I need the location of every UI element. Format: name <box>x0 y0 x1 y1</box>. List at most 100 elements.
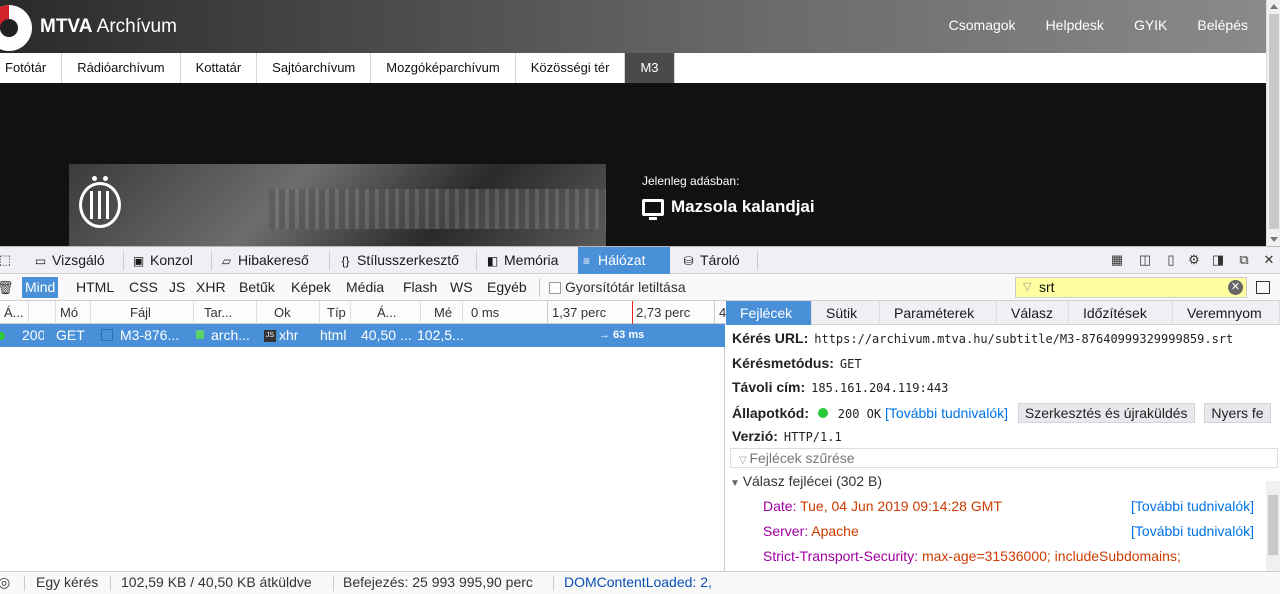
header-date: Date: Tue, 04 Jun 2019 09:14:28 GMT <box>763 498 1002 514</box>
filter-xhr[interactable]: XHR <box>193 277 229 298</box>
settings-gear-icon[interactable]: ⚙ <box>1187 253 1201 267</box>
disable-cache-checkbox[interactable] <box>549 282 561 294</box>
responsive-design-icon[interactable]: ▯ <box>1164 253 1178 267</box>
category-fototar[interactable]: Fotótár <box>0 53 63 83</box>
console-icon: ▣ <box>132 254 145 268</box>
status-more-info-link[interactable]: [További tudnivalók] <box>885 405 1008 421</box>
request-url-row: Kérés URL: https://archivum.mtva.hu/subti… <box>732 330 1234 346</box>
nav-helpdesk[interactable]: Helpdesk <box>1046 17 1104 33</box>
filter-other[interactable]: Egyéb <box>484 277 530 298</box>
nav-login[interactable]: Belépés <box>1197 17 1248 33</box>
mtva-logo-icon[interactable] <box>0 5 32 51</box>
clear-filter-icon[interactable]: ✕ <box>1228 280 1243 295</box>
close-devtools-icon[interactable]: ✕ <box>1262 253 1276 267</box>
header-filter-input[interactable]: ▽ Fejlécek szűrése <box>730 448 1278 468</box>
site-logo-text[interactable]: MTVA Archívum <box>40 16 177 38</box>
performance-analysis-icon[interactable]: ◎ <box>0 574 10 591</box>
request-url-value[interactable]: https://archivum.mtva.hu/subtitle/M3-876… <box>814 332 1233 346</box>
header-server-more-link[interactable]: [További tudnivalók] <box>1131 523 1254 539</box>
col-file[interactable]: Fájl <box>100 301 194 324</box>
filter-images[interactable]: Képek <box>288 277 334 298</box>
header-server: Server: Apache <box>763 523 859 539</box>
network-status-bar: ◎ Egy kérés 102,59 KB / 40,50 KB átküldv… <box>0 571 1280 594</box>
tab-memory[interactable]: ◧ Memória <box>484 247 559 274</box>
url-filter-value: srt <box>1039 279 1055 295</box>
filter-js[interactable]: JS <box>166 277 188 298</box>
request-list-header: Á... Mó Fájl Tar... Ok Típ Á... Mé 0 ms … <box>0 301 726 324</box>
tab-cookies[interactable]: Sütik <box>812 301 880 325</box>
filter-flash[interactable]: Flash <box>400 277 440 298</box>
tab-response[interactable]: Válasz <box>997 301 1069 325</box>
category-radioarchivum[interactable]: Rádióarchívum <box>62 53 181 83</box>
category-bar: Fotótár Rádióarchívum Kottatár Sajtóarch… <box>0 53 1266 83</box>
nav-gyik[interactable]: GYIK <box>1134 17 1167 33</box>
tab-params[interactable]: Paraméterek <box>880 301 997 325</box>
request-count: Egy kérés <box>36 574 99 590</box>
edit-resend-button[interactable]: Szerkesztés és újraküldés <box>1017 403 1195 423</box>
row-status: 200 <box>22 327 44 343</box>
site-header: MTVA Archívum Csomagok Helpdesk GYIK Bel… <box>0 0 1266 53</box>
details-tabbar: Fejlécek Sütik Paraméterek Válasz Időzít… <box>726 301 1280 325</box>
col-status[interactable]: Á... <box>0 301 29 324</box>
status-ok-icon <box>0 332 5 340</box>
filter-html[interactable]: HTML <box>73 277 117 298</box>
table-row[interactable]: 200 GET M3-876... arch... JS xhr html 40,… <box>0 324 725 347</box>
request-details-panel: Fejlécek Sütik Paraméterek Válasz Időzít… <box>726 301 1280 571</box>
tab-inspector[interactable]: ▭ Vizsgáló <box>32 247 105 274</box>
tab-stack-trace[interactable]: Veremnyom <box>1173 301 1280 325</box>
tab-debugger[interactable]: ▱ Hibakereső <box>218 247 309 274</box>
category-mozgokeparchivum[interactable]: Mozgóképarchívum <box>371 53 516 83</box>
clear-log-trash-icon[interactable]: 🗑 <box>0 281 14 295</box>
video-frame <box>269 189 606 229</box>
frame-select-icon[interactable]: ▦ <box>1110 253 1124 267</box>
version-row: Verzió: HTTP/1.1 <box>732 428 842 444</box>
filter-fonts[interactable]: Betűk <box>236 277 278 298</box>
col-method[interactable]: Mó <box>55 301 91 324</box>
page-scrollbar[interactable] <box>1266 0 1280 246</box>
row-domain: arch... <box>211 327 250 343</box>
tab-console[interactable]: ▣ Konzol <box>130 247 193 274</box>
top-nav: Csomagok Helpdesk GYIK Belépés <box>949 17 1248 33</box>
disable-cache-label[interactable]: Gyorsítótár letiltása <box>565 277 686 298</box>
tab-headers[interactable]: Fejlécek <box>726 301 812 325</box>
row-transferred: 40,50 ... <box>361 327 412 343</box>
category-kozossegi-ter[interactable]: Közösségi tér <box>516 53 626 83</box>
element-picker-icon[interactable]: ⬚ <box>0 253 12 267</box>
response-headers-section[interactable]: ▼ Válasz fejlécei (302 B) <box>730 473 882 489</box>
filter-css[interactable]: CSS <box>126 277 161 298</box>
website-viewport: MTVA Archívum Csomagok Helpdesk GYIK Bel… <box>0 0 1280 246</box>
tab-network[interactable]: ≡ Hálózat <box>578 247 670 274</box>
raw-headers-button[interactable]: Nyers fe <box>1204 403 1271 423</box>
details-scrollbar[interactable] <box>1266 481 1280 571</box>
filter-all[interactable]: Mind <box>22 277 59 298</box>
col-cause[interactable]: Ok <box>270 301 320 324</box>
waterfall-tick-1: 1,37 perc <box>552 305 607 320</box>
dock-side-icon[interactable]: ◨ <box>1211 253 1225 267</box>
video-player[interactable] <box>69 164 606 246</box>
tab-style-editor[interactable]: {} Stílusszerkesztő <box>337 247 458 274</box>
inspector-icon: ▭ <box>34 254 47 268</box>
url-filter-input[interactable]: ▽ srt ✕ <box>1015 277 1247 298</box>
header-date-more-link[interactable]: [További tudnivalók] <box>1131 498 1254 514</box>
col-type[interactable]: Típ <box>323 301 351 324</box>
now-playing-title-text: Mazsola kalandjai <box>671 197 815 216</box>
tab-timings[interactable]: Időzítések <box>1069 301 1173 325</box>
category-m3[interactable]: M3 <box>625 53 675 83</box>
secure-lock-icon <box>196 330 204 339</box>
memory-icon: ◧ <box>486 254 499 268</box>
category-sajtoarchivum[interactable]: Sajtóarchívum <box>257 53 372 83</box>
toggle-details-pane-icon[interactable] <box>1256 281 1270 294</box>
col-size[interactable]: Mé <box>430 301 463 324</box>
col-domain[interactable]: Tar... <box>200 301 257 324</box>
filter-ws[interactable]: WS <box>447 277 476 298</box>
devtools-toolbar: ⬚ ▭ Vizsgáló ▣ Konzol ▱ Hibakereső {} Stílus… <box>0 247 1280 274</box>
now-playing-title[interactable]: Mazsola kalandjai <box>642 197 815 220</box>
status-ok-icon <box>817 408 828 418</box>
col-transferred[interactable]: Á... <box>373 301 421 324</box>
nav-csomagok[interactable]: Csomagok <box>949 17 1016 33</box>
undock-window-icon[interactable]: ⧉ <box>1237 253 1251 267</box>
screenshot-icon[interactable]: ◫ <box>1138 253 1152 267</box>
filter-media[interactable]: Média <box>343 277 387 298</box>
category-kottatar[interactable]: Kottatár <box>181 53 258 83</box>
tab-storage[interactable]: ⛁ Tároló <box>680 247 739 274</box>
